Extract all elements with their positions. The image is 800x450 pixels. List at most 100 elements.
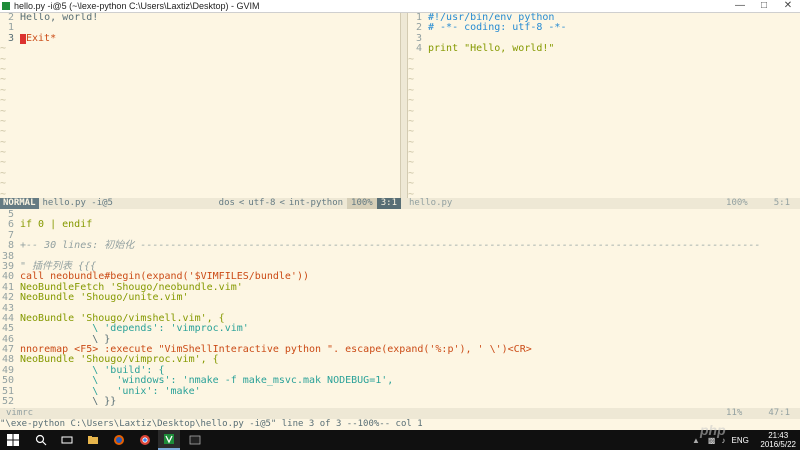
terminal-icon <box>189 435 201 445</box>
firefox-button[interactable] <box>108 430 130 450</box>
statusline-fileformat: dos <box>218 198 235 208</box>
editor-line: 5 <box>0 210 800 220</box>
empty-line-tilde: ~ <box>408 136 415 148</box>
line-number: 42 <box>1 292 14 304</box>
empty-line-tilde: ~ <box>0 84 7 96</box>
empty-line-tilde: ~ <box>408 126 415 138</box>
tray-icons[interactable]: ▲ <box>692 436 700 445</box>
fold-text: +-- 30 lines: 初始化 ----------------------… <box>20 240 761 252</box>
vertical-split-divider[interactable] <box>400 13 408 198</box>
taskbar-clock[interactable]: 21:43 2016/5/22 <box>760 431 796 449</box>
line-text: \ 'windows': 'nmake -f make_msvc.mak NOD… <box>20 375 394 387</box>
line-text: \ 'depends': 'vimproc.vim' <box>20 323 249 335</box>
line-text: \ 'build': { <box>20 364 165 376</box>
clock-time: 21:43 <box>768 431 789 440</box>
empty-line-tilde: ~ <box>408 147 415 159</box>
statusline-left: NORMAL hello.py -i@5 dos < utf-8 < int-python… <box>0 198 401 209</box>
command-line[interactable]: "\exe-python C:\Users\Laxtiz\Desktop\hel… <box>0 419 800 430</box>
editor-line: 52 \ }} <box>0 396 800 408</box>
firefox-icon <box>114 435 124 445</box>
language-indicator[interactable]: ENG <box>731 436 748 445</box>
empty-line-tilde: ~ <box>0 147 7 159</box>
statusline-filename: vimrc <box>6 408 34 418</box>
task-view-icon <box>61 436 73 444</box>
line-text: " 插件列表 {{{ <box>20 260 97 272</box>
editor-line: 6 if 0 | endif <box>0 219 800 231</box>
empty-line-tilde: ~ <box>0 95 7 107</box>
chrome-icon <box>140 435 150 445</box>
editor-line: 51 \ 'unix': 'make' <box>0 385 800 397</box>
editor-line: 42 NeoBundle 'Shougo/unite.vim' <box>0 292 800 304</box>
empty-line-tilde: ~ <box>408 95 415 107</box>
empty-line-tilde: ~ <box>408 188 415 198</box>
editor-line: 2 # -*- coding: utf-8 -*- <box>408 22 800 33</box>
empty-line-tilde: ~ <box>0 63 7 75</box>
start-button[interactable] <box>2 430 24 450</box>
empty-line-tilde: ~ <box>0 126 7 138</box>
file-explorer-button[interactable] <box>82 430 104 450</box>
terminal-button[interactable] <box>184 430 206 450</box>
line-text: NeoBundle 'Shougo/vimshell.vim', { <box>20 312 225 324</box>
editor-line: 45 \ 'depends': 'vimproc.vim' <box>0 323 800 335</box>
title-bar: hello.py -i@5 (~\lexe-python C:\Users\La… <box>0 0 800 13</box>
right-editor-pane[interactable]: 1 #!/usr/bin/env python 2 # -*- coding: ut… <box>408 13 800 198</box>
search-button[interactable] <box>30 430 52 450</box>
statusline-filetype: int-python <box>288 198 344 208</box>
statusline-percent: 100% <box>347 198 377 209</box>
empty-line-tilde: ~ <box>408 167 415 179</box>
task-view-button[interactable] <box>56 430 78 450</box>
empty-line-tilde: ~ <box>0 43 7 55</box>
statusline-filename: hello.py -i@5 <box>42 198 113 208</box>
windows-taskbar: ▲ ▩ ♪ ENG 21:43 2016/5/22 <box>0 430 800 450</box>
line-text: Exit* <box>26 32 57 44</box>
line-text: NeoBundle 'Shougo/unite.vim' <box>20 292 189 304</box>
line-text: \ }} <box>20 396 117 408</box>
empty-line-tilde: ~ <box>0 53 7 65</box>
line-text: print "Hello, world!" <box>428 43 555 55</box>
clock-date: 2016/5/22 <box>760 440 796 449</box>
vim-icon <box>164 434 174 444</box>
line-text: NeoBundle 'Shougo/vimproc.vim', { <box>20 354 219 366</box>
fold-line[interactable]: 8 +-- 30 lines: 初始化 ---------------------… <box>0 240 800 252</box>
empty-line-tilde: ~ <box>0 74 7 86</box>
editor-line: 1 <box>0 22 400 33</box>
empty-line-tilde: ~ <box>408 178 415 190</box>
empty-line-tilde: ~ <box>408 63 415 75</box>
maximize-button[interactable]: □ <box>752 0 776 12</box>
empty-line-tilde: ~ <box>0 115 7 127</box>
line-text: \ 'unix': 'make' <box>20 385 201 397</box>
editor-line: 38 <box>0 251 800 262</box>
statusline-position: 5:1 <box>773 198 790 208</box>
line-text: if 0 | endif <box>20 219 93 231</box>
statusline-percent: 11% <box>726 408 743 418</box>
empty-line-tilde: ~ <box>0 178 7 190</box>
windows-logo-icon <box>7 434 19 446</box>
empty-line-tilde: ~ <box>408 74 415 86</box>
search-icon <box>35 434 47 446</box>
empty-line-tilde: ~ <box>408 115 415 127</box>
left-editor-pane[interactable]: 2 Hello, world! 1 3 Exit* ~ ~ ~ ~ ~ ~ ~ ~ ~ ~ ~ ~ ~ ~ ~ <box>0 13 400 198</box>
editor-line: 4 print "Hello, world!" <box>408 43 800 55</box>
empty-line-tilde: ~ <box>408 157 415 169</box>
line-text: nnoremap <F5> :execute "VimShellInteract… <box>20 344 532 356</box>
statusline-right: hello.py 100% 5:1 <box>401 198 800 209</box>
statusline-filename: hello.py <box>409 198 453 208</box>
editor-line: 3 Exit* <box>0 32 400 44</box>
window-title: hello.py -i@5 (~\lexe-python C:\Users\La… <box>14 1 260 11</box>
empty-line-tilde: ~ <box>0 188 7 198</box>
empty-line-tilde: ~ <box>408 53 415 65</box>
minimize-button[interactable]: — <box>728 0 752 12</box>
bottom-editor-pane[interactable]: 5 6 if 0 | endif 7 8 +-- 30 lines: 初始化 ---… <box>0 210 800 408</box>
empty-line-markers: ~ ~ ~ ~ ~ ~ ~ ~ ~ ~ ~ ~ ~ ~ ~ <box>0 43 400 198</box>
chrome-button[interactable] <box>134 430 156 450</box>
line-text: \ } <box>20 333 111 345</box>
empty-line-tilde: ~ <box>408 105 415 117</box>
line-number: 52 <box>1 396 14 408</box>
close-button[interactable]: ✕ <box>776 0 800 12</box>
empty-line-tilde: ~ <box>0 157 7 169</box>
gvim-taskbar-button[interactable] <box>158 430 180 450</box>
empty-line-markers: ~ ~ ~ ~ ~ ~ ~ ~ ~ ~ ~ ~ ~ ~ <box>408 53 800 198</box>
statusline-position: 3:1 <box>376 198 401 209</box>
statusline-bottom: vimrc 11% 47:1 <box>0 408 800 419</box>
empty-line-tilde: ~ <box>0 105 7 117</box>
